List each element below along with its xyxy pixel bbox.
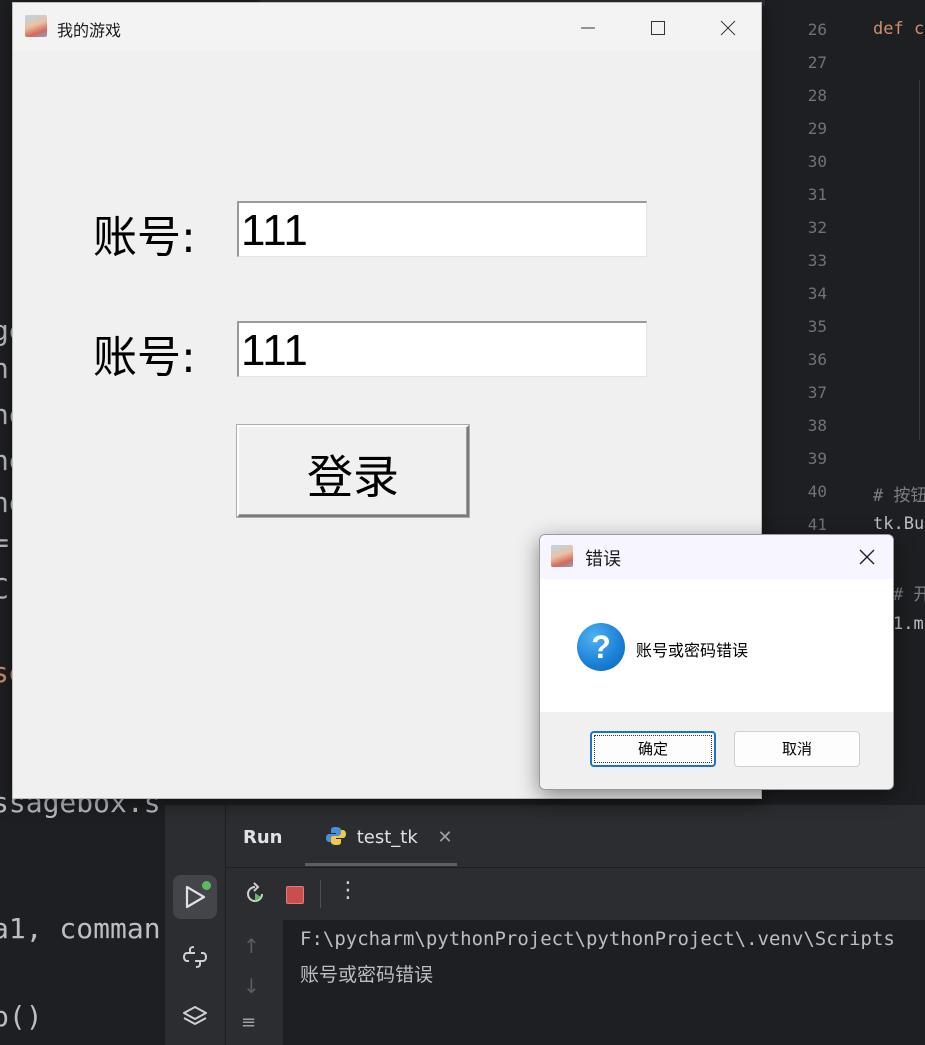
rerun-icon[interactable] xyxy=(243,882,267,906)
line-number: 39 xyxy=(807,449,827,468)
login-button[interactable]: 登录 xyxy=(237,425,469,517)
code-fragment: C xyxy=(0,572,9,605)
password-input[interactable]: 111 xyxy=(237,321,647,377)
line-number: 41 xyxy=(807,515,827,534)
dialog-message: 账号或密码错误 xyxy=(636,641,749,660)
run-tab-test-tk[interactable]: test_tk ✕ xyxy=(325,825,453,865)
close-button[interactable] xyxy=(705,11,751,45)
ide-side-tool-strip xyxy=(165,805,226,1045)
services-button[interactable] xyxy=(173,995,217,1039)
app-icon xyxy=(551,545,573,567)
line-number: 28 xyxy=(807,86,827,105)
console-line: 账号或密码错误 xyxy=(300,964,434,986)
dialog-footer: 确定 取消 xyxy=(540,712,893,789)
code-fragment: = xyxy=(0,526,9,559)
python-icon xyxy=(326,827,346,845)
active-tab-underline xyxy=(305,863,457,866)
line-number: 40 xyxy=(807,482,827,501)
more-options-icon[interactable]: ⋮ xyxy=(337,878,359,903)
app-icon xyxy=(25,15,47,37)
cancel-button-label: 取消 xyxy=(781,740,812,758)
run-title: Run xyxy=(243,827,283,848)
code-fragment-text: a1, comman xyxy=(0,912,161,945)
code-line-mainloop: 1.ma xyxy=(893,614,925,634)
account-input-value: 111 xyxy=(241,206,308,255)
login-button-label: 登录 xyxy=(307,450,399,504)
window-titlebar[interactable]: 我的游戏 xyxy=(13,3,761,51)
layers-icon xyxy=(183,1006,207,1025)
toolbar-divider xyxy=(320,880,321,908)
code-fragment: a1, comman xyxy=(0,912,161,945)
stop-icon[interactable] xyxy=(286,886,304,904)
code-fragment: p() xyxy=(0,1000,43,1033)
indent-guide xyxy=(919,80,920,440)
line-number: 26 xyxy=(807,20,827,39)
run-tool-button[interactable] xyxy=(173,875,217,919)
dialog-close-button[interactable] xyxy=(847,539,887,575)
arrow-down-icon[interactable]: ↓ xyxy=(243,974,260,998)
close-icon xyxy=(859,549,875,565)
line-number: 38 xyxy=(807,416,827,435)
maximize-button[interactable] xyxy=(635,11,681,45)
line-number: 32 xyxy=(807,218,827,237)
soft-wrap-icon[interactable]: ≡ xyxy=(241,1012,256,1033)
window-title: 我的游戏 xyxy=(57,21,122,40)
console-line: F:\pycharm\pythonProject\pythonProject\.… xyxy=(300,928,895,950)
password-input-value: 111 xyxy=(241,326,308,375)
code-line-tk-button: tk.Bu xyxy=(873,514,925,534)
line-number: 36 xyxy=(807,350,827,369)
line-number: 34 xyxy=(807,284,827,303)
dialog-body: ? 账号或密码错误 xyxy=(540,579,893,712)
python-console-icon xyxy=(182,946,208,968)
run-tab-label: test_tk xyxy=(356,827,418,848)
line-number: 37 xyxy=(807,383,827,402)
close-icon[interactable]: ✕ xyxy=(438,827,453,848)
close-icon xyxy=(720,20,736,36)
running-indicator-dot xyxy=(202,881,211,890)
line-number: 27 xyxy=(807,53,827,72)
account-label: 账号: xyxy=(93,212,196,263)
run-toolbar: ⋮ xyxy=(225,868,925,921)
run-tool-window: Run test_tk ✕ ⋮ ↑ ↓ ≡ F:\pycharm\pythonP… xyxy=(165,805,925,1045)
code-line-comment: # 按钮 xyxy=(873,486,925,506)
run-console-output[interactable]: F:\pycharm\pythonProject\pythonProject\.… xyxy=(283,920,925,1045)
dialog-titlebar[interactable]: 错误 xyxy=(540,535,893,579)
error-dialog: 错误 ? 账号或密码错误 确定 取消 xyxy=(539,534,894,790)
code-fragment: n xyxy=(0,352,9,385)
focus-ring xyxy=(594,735,712,763)
code-line-comment-2: # 开始 xyxy=(893,585,925,605)
python-console-button[interactable] xyxy=(173,935,217,979)
account-input[interactable]: 111 xyxy=(237,201,647,257)
password-label: 账号: xyxy=(93,332,196,383)
line-number: 29 xyxy=(807,119,827,138)
minimize-icon xyxy=(581,27,595,29)
line-number: 33 xyxy=(807,251,827,270)
line-number: 30 xyxy=(807,152,827,171)
line-number: 31 xyxy=(807,185,827,204)
minimize-button[interactable] xyxy=(565,11,611,45)
maximize-icon xyxy=(651,21,665,35)
question-icon: ? xyxy=(577,623,625,671)
cancel-button[interactable]: 取消 xyxy=(734,731,860,767)
ok-button[interactable]: 确定 xyxy=(590,731,716,767)
line-number: 35 xyxy=(807,317,827,336)
dialog-title: 错误 xyxy=(585,549,621,570)
code-line-def: def c xyxy=(873,19,925,39)
console-side-controls: ↑ ↓ ≡ xyxy=(225,920,283,1045)
arrow-up-icon[interactable]: ↑ xyxy=(243,934,260,958)
run-header: Run test_tk ✕ xyxy=(165,805,925,868)
